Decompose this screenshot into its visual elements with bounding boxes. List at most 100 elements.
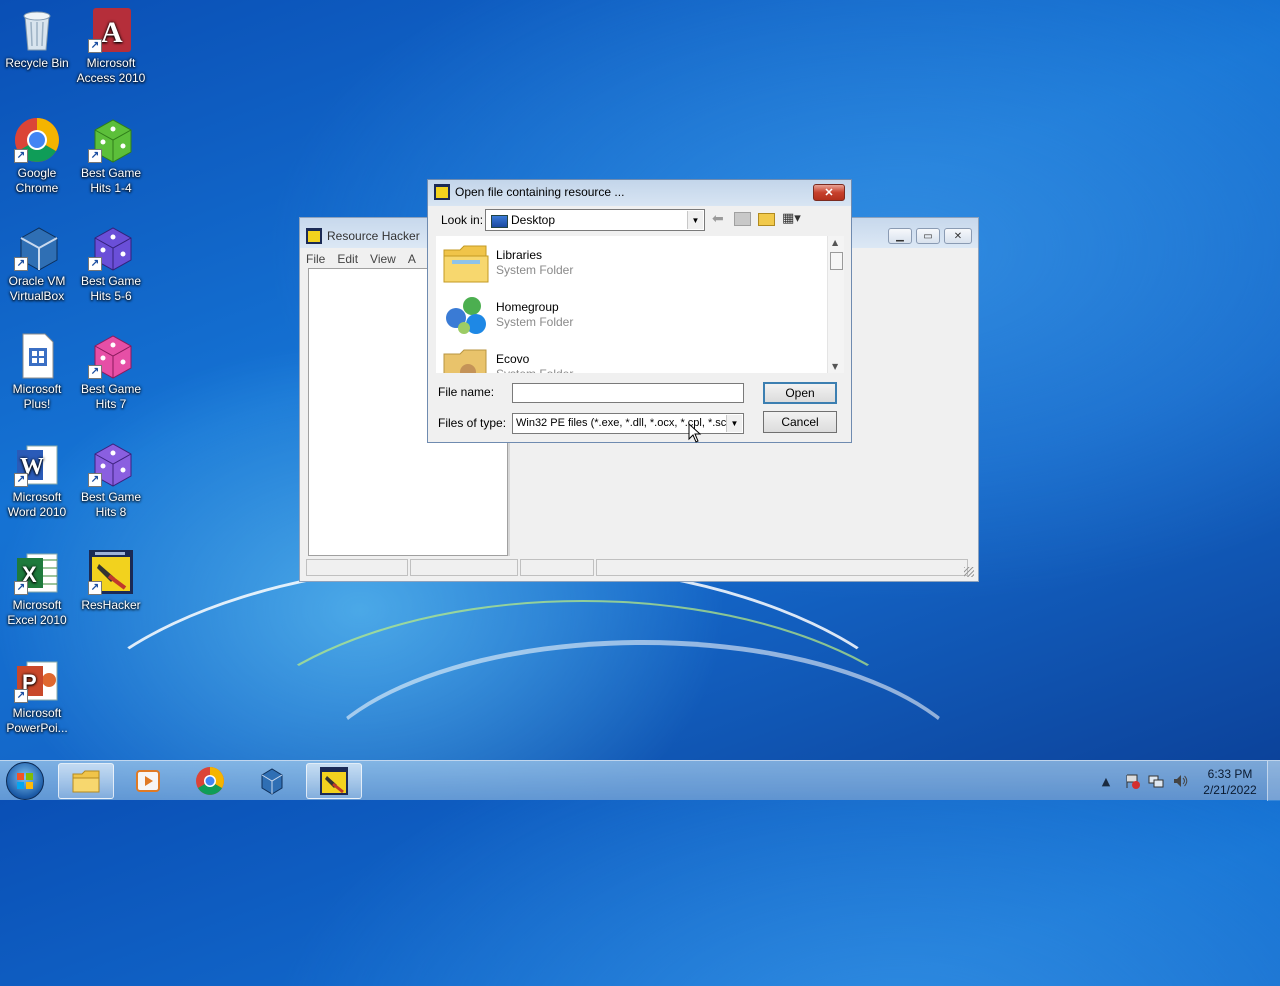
desktop-icon-recycle-bin[interactable]: Recycle Bin [0,6,74,71]
desktop-icon-virtualbox[interactable]: ↗ Oracle VM VirtualBox [0,224,74,304]
item-name: Ecovo [496,352,530,366]
desktop-icon-best-game-hits-8[interactable]: ↗ Best Game Hits 8 [74,440,148,520]
maximize-button[interactable]: ▭ [916,228,940,244]
shortcut-arrow-icon: ↗ [88,581,102,595]
start-button[interactable] [6,762,44,800]
desktop-icon-best-game-hits-5-6[interactable]: ↗ Best Game Hits 5-6 [74,224,148,304]
taskbar-explorer[interactable] [58,763,114,799]
list-item[interactable]: Homegroup System Folder [442,288,822,338]
reshacker-icon [320,767,348,795]
file-list[interactable]: Libraries System Folder Homegroup System… [436,236,844,373]
desktop-icon-word-2010[interactable]: W ↗ Microsoft Word 2010 [0,440,74,520]
shortcut-arrow-icon: ↗ [14,149,28,163]
dialog-titlebar[interactable]: Open file containing resource ... ✕ [428,180,851,204]
look-in-dropdown[interactable]: Desktop ▼ [485,209,705,231]
clock-date: 2/21/2022 [1203,783,1257,797]
network-icon[interactable] [1148,773,1164,789]
show-desktop-button[interactable] [1267,761,1280,801]
new-folder-icon[interactable] [758,213,775,226]
desktop-icon-best-game-hits-7[interactable]: ↗ Best Game Hits 7 [74,332,148,412]
item-type: System Folder [496,263,574,277]
reshacker-title-icon [434,184,450,200]
minimize-icon: ▁ [896,230,904,242]
shortcut-arrow-icon: ↗ [14,689,28,703]
desktop-icon-excel-2010[interactable]: X ↗ Microsoft Excel 2010 [0,548,74,628]
taskbar: ▲ 6:33 PM 2/21/2022 [0,760,1280,801]
item-type: System Folder [496,315,574,329]
file-name-label: File name: [438,385,495,399]
scroll-up-icon[interactable]: ▲ [832,238,838,247]
look-in-value: Desktop [511,213,556,227]
dialog-close-button[interactable]: ✕ [813,183,845,201]
desktop-icon-label: Oracle VM VirtualBox [8,274,66,303]
cancel-button[interactable]: Cancel [763,411,837,433]
desktop-icon-label: Microsoft Word 2010 [7,490,67,519]
scroll-thumb[interactable] [830,252,843,270]
taskbar-reshacker[interactable] [306,763,362,799]
desktop-icon-label: Best Game Hits 8 [80,490,142,519]
action-center-icon[interactable] [1124,773,1140,789]
scroll-down-icon[interactable]: ▼ [832,362,838,371]
taskbar-chrome[interactable] [182,763,238,799]
list-scrollbar[interactable]: ▲ ▼ [827,236,844,373]
desktop-icon-powerpoint[interactable]: P ↗ Microsoft PowerPoi... [0,656,74,736]
close-icon: ✕ [824,186,834,199]
desktop-icon-label: Recycle Bin [5,56,69,70]
folder-icon [72,770,100,793]
pink-dice-icon: ↗ [87,332,135,380]
taskbar-media-player[interactable] [120,763,176,799]
desktop-icon-label: Microsoft Plus! [12,382,62,411]
status-bar [306,559,972,576]
files-of-type-label: Files of type: [438,416,507,430]
list-item[interactable]: Libraries System Folder [442,236,822,286]
files-of-type-dropdown[interactable]: Win32 PE files (*.exe, *.dll, *.ocx, *.c… [512,413,744,434]
back-arrow-icon[interactable]: ⬅ [712,211,724,227]
volume-icon[interactable] [1172,773,1188,789]
shortcut-arrow-icon: ↗ [14,257,28,271]
up-folder-icon[interactable] [734,212,751,226]
green-dice-icon: ↗ [87,116,135,164]
chevron-down-icon[interactable]: ▼ [726,415,742,432]
dialog-title: Open file containing resource ... [455,185,625,199]
desktop-icon-label: Microsoft PowerPoi... [6,706,68,735]
purple-dice-icon: ↗ [87,224,135,272]
file-name-input[interactable] [512,383,744,403]
desktop-icon-label: Google Chrome [15,166,59,195]
excel-icon: X ↗ [13,548,61,596]
menu-view[interactable]: View [370,252,396,266]
close-button[interactable]: ✕ [944,228,972,244]
item-name: Homegroup [496,300,559,314]
chevron-down-icon[interactable]: ▼ [687,211,703,229]
access-icon: A ↗ [87,6,135,54]
desktop-icon-label: ResHacker [81,598,141,612]
desktop-icon-best-game-hits-1-4[interactable]: ↗ Best Game Hits 1-4 [74,116,148,196]
desktop-icon-access-2010[interactable]: A ↗ Microsoft Access 2010 [74,6,148,86]
shortcut-arrow-icon: ↗ [88,257,102,271]
desktop-icon-label: Microsoft Access 2010 [76,56,146,85]
recycle-bin-icon [13,6,61,54]
desktop-icon-microsoft-plus[interactable]: Microsoft Plus! [0,332,74,412]
homegroup-icon [446,297,486,334]
desktop-icon-label: Best Game Hits 7 [80,382,142,411]
open-file-dialog[interactable]: Open file containing resource ... ✕ Look… [427,179,852,443]
view-menu-icon[interactable]: ▦▾ [782,211,801,226]
menu-edit[interactable]: Edit [337,252,358,266]
open-button[interactable]: Open [763,382,837,404]
show-hidden-icons-icon[interactable]: ▲ [1098,773,1114,789]
svg-text:A: A [101,16,123,49]
clock-time: 6:33 PM [1207,767,1253,781]
desktop-icon-label: Microsoft Excel 2010 [7,598,67,627]
purple-dice-icon: ↗ [87,440,135,488]
clock[interactable]: 6:33 PM 2/21/2022 [1190,766,1270,798]
shortcut-arrow-icon: ↗ [88,365,102,379]
mouse-cursor-icon [688,423,702,443]
menu-action[interactable]: A [408,252,416,266]
menu-file[interactable]: File [306,252,325,266]
list-item[interactable]: Ecovo System Folder [442,340,822,373]
minimize-button[interactable]: ▁ [888,228,912,244]
desktop-icon-google-chrome[interactable]: ↗ Google Chrome [0,116,74,196]
taskbar-virtualbox[interactable] [244,763,300,799]
virtualbox-icon [261,768,283,795]
resize-grip-icon[interactable] [964,567,974,577]
desktop-icon-reshacker[interactable]: ↗ ResHacker [74,548,148,613]
